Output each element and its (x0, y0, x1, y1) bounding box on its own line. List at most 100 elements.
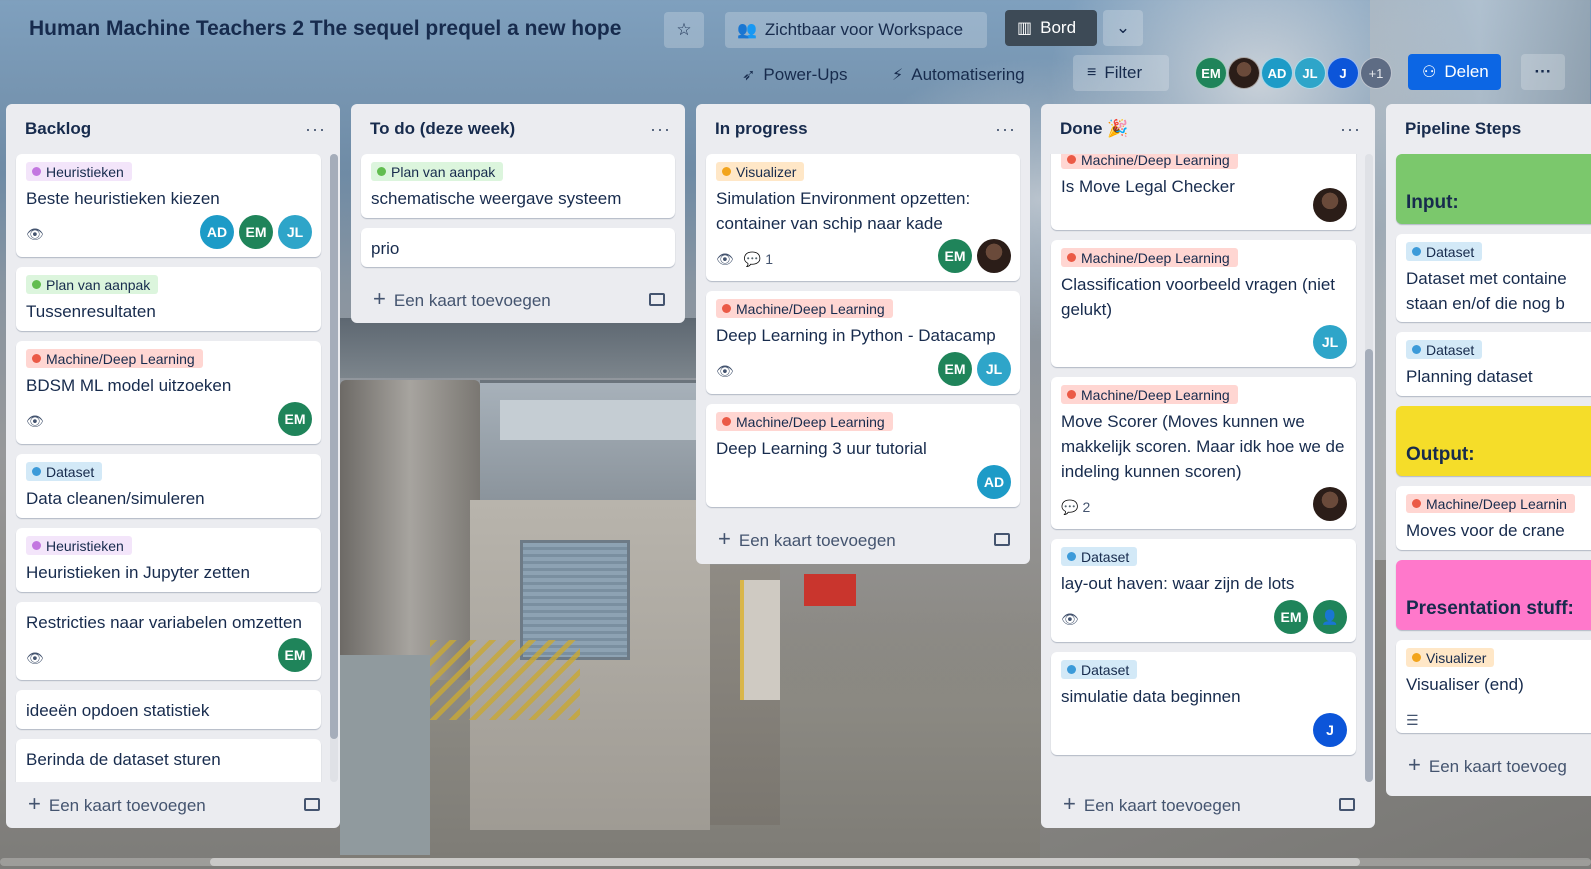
card[interactable]: Visualizer Visualiser (end) ☰ (1396, 640, 1591, 733)
add-card-label: Een kaart toevoegen (48, 796, 206, 815)
card-title: BDSM ML model uitzoeken (26, 376, 232, 395)
card[interactable]: Dataset lay-out haven: waar zijn de lots… (1051, 539, 1356, 642)
list-title[interactable]: Backlog (25, 119, 91, 139)
card[interactable]: Machine/Deep Learning BDSM ML model uitz… (16, 341, 321, 444)
card[interactable]: Dataset Dataset met containe staan en/of… (1396, 234, 1591, 322)
card-cover-output[interactable]: Output: (1396, 406, 1591, 476)
list-title[interactable]: Pipeline Steps (1405, 119, 1521, 139)
template-icon[interactable] (994, 532, 1010, 546)
description-icon: ☰ (1406, 711, 1419, 728)
card-title: Beste heuristieken kiezen (26, 189, 220, 208)
avatar[interactable]: EM (239, 215, 273, 249)
add-card-button[interactable]: + Een kaart toevoegen (6, 782, 340, 826)
card[interactable]: Dataset Planning dataset (1396, 332, 1591, 396)
card-members: EM (274, 638, 313, 672)
card[interactable]: Dataset Data cleanen/simuleren (16, 454, 321, 518)
user-placeholder-icon[interactable]: 👤 (1313, 600, 1347, 634)
card[interactable]: Machine/Deep Learning Deep Learning 3 uu… (706, 404, 1020, 507)
eye-icon: 👁 (1061, 610, 1079, 627)
add-card-button[interactable]: + Een kaart toevoegen (351, 277, 685, 321)
avatar[interactable]: EM (1274, 600, 1308, 634)
card[interactable]: Machine/Deep Learning Is Move Legal Chec… (1051, 154, 1356, 230)
card-cover-presentation[interactable]: Presentation stuff: (1396, 560, 1591, 630)
board-title[interactable]: Human Machine Teachers 2 The sequel preq… (29, 17, 621, 41)
card-members (1309, 487, 1348, 521)
avatar-photo[interactable] (1313, 188, 1347, 222)
automation-button[interactable]: ⚡ Automatisering (884, 57, 1054, 93)
list-menu-icon[interactable]: ··· (1340, 119, 1361, 140)
template-icon[interactable] (1339, 797, 1355, 811)
card[interactable]: Heuristieken Beste heuristieken kiezen 👁… (16, 154, 321, 257)
card[interactable]: Machine/Deep Learning Classification voo… (1051, 240, 1356, 367)
board-menu-button[interactable]: ··· (1521, 54, 1565, 90)
filter-icon: ≡ (1087, 64, 1097, 81)
list-title[interactable]: In progress (715, 119, 808, 139)
card-members: AD EM JL (196, 215, 313, 249)
card[interactable]: Restricties naar variabelen omzetten 👁 E… (16, 602, 321, 680)
avatar[interactable]: AD (977, 465, 1011, 499)
star-button[interactable]: ☆ (664, 12, 704, 48)
card[interactable]: Machine/Deep Learning Move Scorer (Moves… (1051, 377, 1356, 529)
avatar[interactable]: EM (278, 638, 312, 672)
card[interactable]: Machine/Deep Learning Deep Learning in P… (706, 291, 1020, 394)
card-title: Tussenresultaten (26, 302, 156, 321)
card-members: EM (934, 239, 1012, 273)
powerups-button[interactable]: ➶ Power-Ups (730, 57, 870, 93)
visibility-button[interactable]: 👥 Zichtbaar voor Workspace (725, 12, 987, 48)
list-title[interactable]: Done 🎉 (1060, 119, 1128, 139)
card[interactable]: Plan van aanpak schematische weergave sy… (361, 154, 675, 218)
card[interactable]: Dataset simulatie data beginnen J (1051, 652, 1356, 755)
list-scrollbar[interactable] (1365, 154, 1373, 782)
avatar[interactable]: JL (278, 215, 312, 249)
board-view-button[interactable]: ▥ Bord (1005, 10, 1097, 46)
avatar[interactable]: J (1327, 57, 1359, 89)
avatar[interactable]: EM (938, 239, 972, 273)
add-card-button[interactable]: + Een kaart toevoeg (1386, 743, 1591, 787)
share-button[interactable]: ⚇ Delen (1408, 54, 1501, 90)
card[interactable]: prio (361, 228, 675, 267)
card-title: Berinda de dataset sturen (26, 750, 221, 769)
more-members-button[interactable]: +1 (1360, 57, 1392, 89)
card[interactable]: Heuristieken Heuristieken in Jupyter zet… (16, 528, 321, 592)
card-title: prio (371, 239, 400, 258)
list-title[interactable]: To do (deze week) (370, 119, 515, 139)
avatar[interactable]: JL (1313, 325, 1347, 359)
card-cover-input[interactable]: Input: (1396, 154, 1591, 224)
add-card-button[interactable]: + Een kaart toevoegen (696, 517, 1030, 561)
avatar[interactable]: JL (977, 352, 1011, 386)
avatar[interactable]: AD (1261, 57, 1293, 89)
view-switcher-button[interactable]: ⌄ (1103, 10, 1143, 46)
filter-label: Filter (1104, 63, 1143, 82)
avatar[interactable]: AD (200, 215, 234, 249)
card[interactable]: ideeën opdoen statistiek (16, 690, 321, 729)
card[interactable]: Plan van aanpak Tussenresultaten (16, 267, 321, 331)
board-scrollbar[interactable] (0, 858, 1591, 866)
avatar-photo[interactable] (977, 239, 1011, 273)
list-header: Done 🎉 ··· (1041, 104, 1375, 154)
card[interactable]: Machine/Deep Learnin Moves voor de crane (1396, 486, 1591, 550)
card-title: schematische weergave systeem (371, 189, 622, 208)
card[interactable]: Visualizer Simulation Environment opzett… (706, 154, 1020, 281)
avatar[interactable]: EM (278, 402, 312, 436)
filter-button[interactable]: ≡ Filter (1073, 55, 1169, 91)
template-icon[interactable] (304, 797, 320, 811)
list-menu-icon[interactable]: ··· (305, 119, 326, 140)
list-backlog: Backlog ··· Heuristieken Beste heuristie… (6, 104, 340, 828)
background-container (340, 655, 430, 855)
list-menu-icon[interactable]: ··· (650, 119, 671, 140)
avatar[interactable]: EM (1195, 57, 1227, 89)
list-scrollbar[interactable] (330, 154, 338, 782)
avatar-photo[interactable] (1313, 487, 1347, 521)
avatar[interactable]: JL (1294, 57, 1326, 89)
card-label: Visualizer (1406, 648, 1495, 667)
avatar-photo[interactable] (1228, 57, 1260, 89)
add-card-button[interactable]: + Een kaart toevoegen (1041, 782, 1375, 826)
automation-label: Automatisering (911, 65, 1025, 84)
list-pipeline-steps: Pipeline Steps Input: Dataset Dataset me… (1386, 104, 1591, 796)
list-menu-icon[interactable]: ··· (995, 119, 1016, 140)
avatar[interactable]: EM (938, 352, 972, 386)
ellipsis-icon: ··· (1534, 62, 1552, 81)
template-icon[interactable] (649, 292, 665, 306)
card[interactable]: Berinda de dataset sturen (16, 739, 321, 782)
avatar[interactable]: J (1313, 713, 1347, 747)
